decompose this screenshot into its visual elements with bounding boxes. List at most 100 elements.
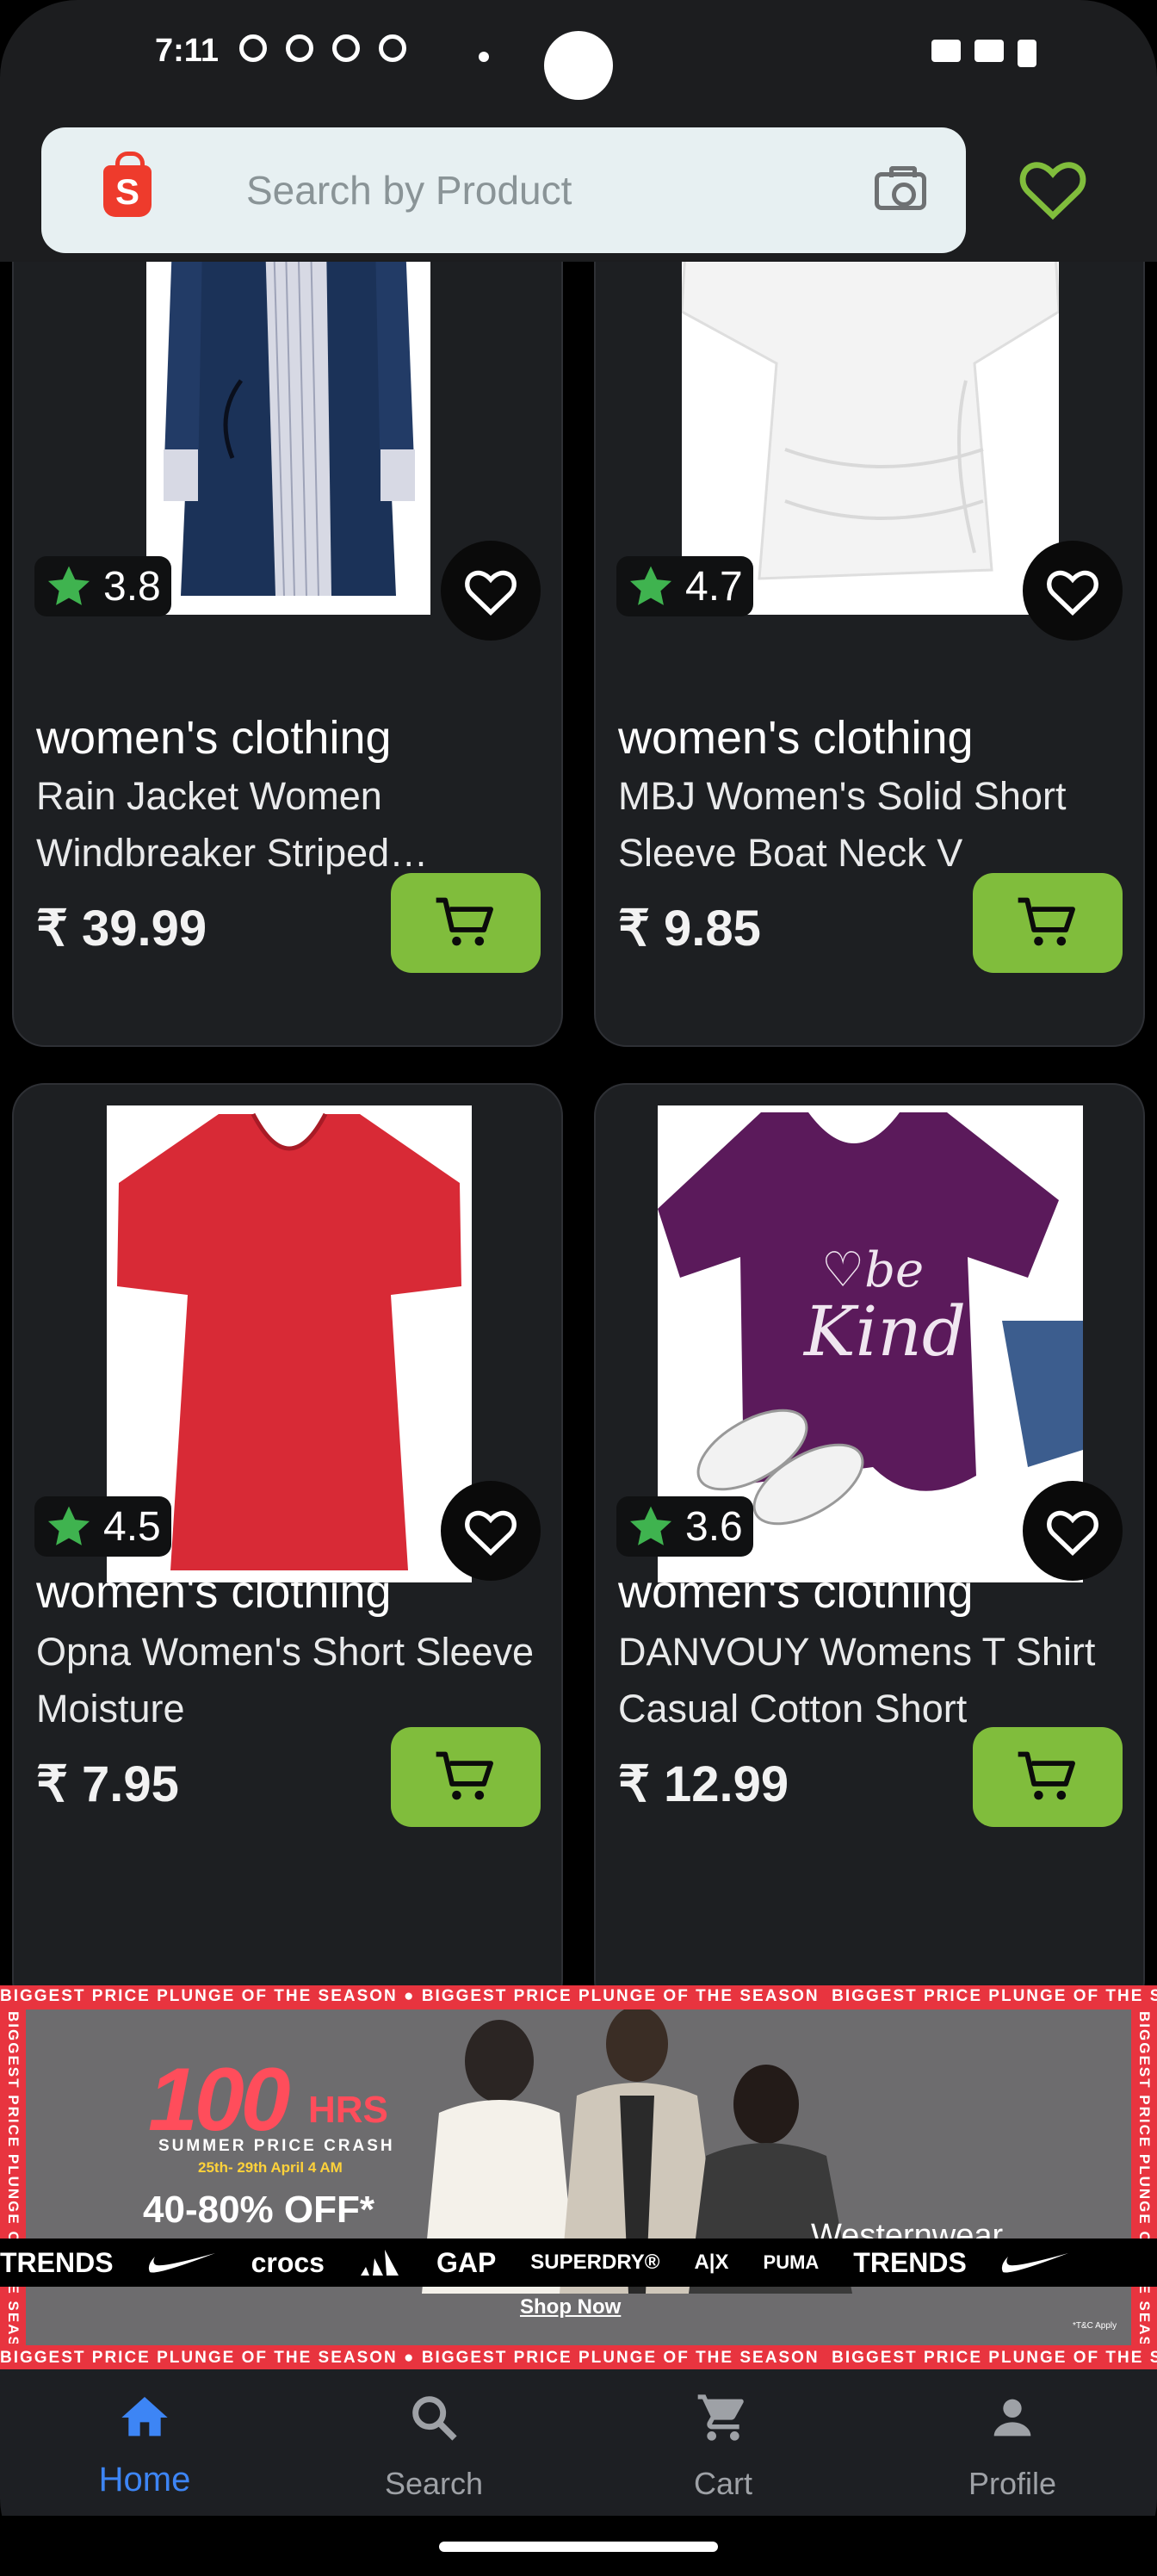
banner-left-strip: BIGGEST PRICE PLUNGE OF THE SEASON: [0, 2011, 26, 2344]
rating-value: 3.6: [685, 1503, 743, 1550]
nike-swoosh-icon: [148, 2253, 215, 2273]
product-price: ₹ 9.85: [618, 901, 761, 957]
strip-text: BIGGEST PRICE PLUNGE OF THE SEASON: [832, 1987, 1157, 2005]
nav-item-home[interactable]: Home: [0, 2369, 289, 2516]
product-category: women's clothing: [618, 712, 974, 764]
wishlist-button[interactable]: [441, 1481, 541, 1581]
cart-icon: [436, 897, 493, 946]
rating-badge: 4.5: [34, 1496, 171, 1557]
star-icon: [47, 566, 90, 605]
profile-icon: [993, 2399, 1031, 2437]
status-dot: [479, 52, 489, 62]
status-notification-icons: [239, 34, 406, 62]
banner-top-strip: BIGGEST PRICE PLUNGE OF THE SEASON ● BIG…: [0, 1985, 1157, 2008]
battery-icon: [1018, 40, 1036, 67]
rating-badge: 3.8: [34, 556, 171, 616]
nike-swoosh-icon: [1001, 2253, 1068, 2273]
strip-text: BIGGEST PRICE PLUNGE OF THE SEASON: [421, 2349, 820, 2367]
heart-outline-icon: [1047, 570, 1098, 616]
home-icon: [121, 2397, 168, 2437]
rating-value: 3.8: [103, 563, 161, 610]
add-to-cart-button[interactable]: [391, 873, 541, 973]
product-category: women's clothing: [36, 1566, 392, 1618]
strip-text: BIGGEST PRICE PLUNGE OF THE SEASON: [0, 2349, 398, 2367]
gesture-handle[interactable]: [439, 2542, 718, 2552]
nav-label: Cart: [693, 2466, 752, 2501]
notification-icon: [239, 34, 267, 62]
wishlist-button[interactable]: [1023, 1481, 1123, 1581]
notification-icon: [332, 34, 360, 62]
product-title: DANVOUY Womens T Shirt Casual Cotton Sho…: [618, 1630, 1096, 1731]
cart-icon: [1018, 897, 1075, 946]
heart-outline-icon: [1047, 1510, 1098, 1557]
product-card[interactable]: ♡be Kind 3.6 women's clothing DANVOUY Wo…: [594, 1083, 1145, 2013]
adidas-icon: [360, 2250, 399, 2276]
heart-outline-icon: [465, 1510, 517, 1557]
brand-logo: crocs: [251, 2246, 325, 2278]
product-category: women's clothing: [618, 1566, 974, 1618]
camera-icon[interactable]: [875, 166, 926, 210]
rating-badge: 3.6: [616, 1496, 753, 1557]
banner-right-strip: BIGGEST PRICE PLUNGE OF THE SEASON: [1131, 2011, 1157, 2344]
nav-label: Profile: [968, 2466, 1057, 2501]
star-icon: [47, 1506, 90, 1545]
banner-bottom-strip: BIGGEST PRICE PLUNGE OF THE SEASON ● BIG…: [0, 2347, 1157, 2369]
heart-outline-icon: [465, 570, 517, 616]
strip-text: BIGGEST PRICE PLUNGE OF THE SEASON: [421, 1987, 820, 2005]
add-to-cart-button[interactable]: [391, 1727, 541, 1827]
heart-outline-icon[interactable]: [1018, 155, 1088, 220]
product-price: ₹ 7.95: [36, 1756, 179, 1812]
wishlist-button[interactable]: [441, 541, 541, 641]
product-price: ₹ 12.99: [618, 1756, 789, 1812]
wifi-icon: [931, 40, 961, 62]
app-header: S Search by Product: [0, 110, 1157, 262]
brand-logos-row: TRENDS crocs GAP SUPERDRY® A|X PUMA TREN…: [0, 2239, 1157, 2287]
cart-icon: [1018, 1751, 1075, 1800]
banner-subheadline: SUMMER PRICE CRASH: [158, 2137, 395, 2155]
brand-logo: A|X: [694, 2251, 729, 2274]
star-icon: [629, 566, 672, 605]
brand-logo: PUMA: [763, 2251, 820, 2273]
brand-logo: GAP: [436, 2246, 497, 2278]
search-input[interactable]: Search by Product: [246, 167, 572, 214]
cart-icon: [697, 2394, 744, 2441]
status-system-icons: [931, 40, 1036, 67]
product-category: women's clothing: [36, 712, 392, 764]
shop-logo-icon: S: [103, 152, 152, 217]
search-bar[interactable]: S Search by Product: [41, 127, 966, 253]
rating-value: 4.5: [103, 1503, 161, 1550]
brand-logo: TRENDS: [0, 2246, 114, 2278]
notification-icon: [379, 34, 406, 62]
product-title: Rain Jacket Women Windbreaker Striped Cl…: [36, 774, 390, 875]
strip-text: BIGGEST PRICE PLUNGE OF THE SEASON: [5, 2011, 22, 2344]
add-to-cart-button[interactable]: [973, 1727, 1123, 1827]
svg-text:Kind: Kind: [802, 1291, 966, 1372]
signal-icon: [974, 40, 1004, 62]
product-price: ₹ 39.99: [36, 901, 207, 957]
front-camera: [544, 31, 613, 100]
terms-note: *T&C Apply: [1073, 2321, 1117, 2331]
star-icon: [629, 1506, 672, 1545]
add-to-cart-button[interactable]: [973, 873, 1123, 973]
product-title: Opna Women's Short Sleeve Moisture: [36, 1630, 535, 1731]
search-icon: [412, 2396, 457, 2441]
strip-text: BIGGEST PRICE PLUNGE OF THE SEASON: [1136, 2011, 1153, 2344]
brand-logo: SUPERDRY®: [530, 2251, 660, 2274]
app-screen: 3.8 women's clothing Rain Jacket Women W…: [0, 0, 1157, 2576]
rating-value: 4.7: [685, 563, 743, 610]
banner-dates: 25th- 29th April 4 AM: [198, 2159, 343, 2176]
strip-text: BIGGEST PRICE PLUNGE OF THE SEASON: [0, 1987, 398, 2005]
nav-item-cart[interactable]: Cart: [578, 2369, 868, 2516]
nav-item-search[interactable]: Search: [289, 2369, 578, 2516]
product-card[interactable]: 4.5 women's clothing Opna Women's Short …: [12, 1083, 563, 2013]
wishlist-button[interactable]: [1023, 541, 1123, 641]
notification-icon: [286, 34, 313, 62]
nav-item-profile[interactable]: Profile: [868, 2369, 1157, 2516]
nav-label: Home: [98, 2461, 191, 2499]
shop-now-link[interactable]: Shop Now: [520, 2295, 621, 2319]
bottom-navigation: Home Search Cart Profile: [0, 2369, 1157, 2516]
nav-label: Search: [384, 2466, 484, 2501]
banner-hours-unit: HRS: [308, 2089, 388, 2131]
product-title: MBJ Women's Solid Short Sleeve Boat Neck…: [618, 774, 1067, 875]
svg-text:♡be: ♡be: [821, 1242, 924, 1298]
